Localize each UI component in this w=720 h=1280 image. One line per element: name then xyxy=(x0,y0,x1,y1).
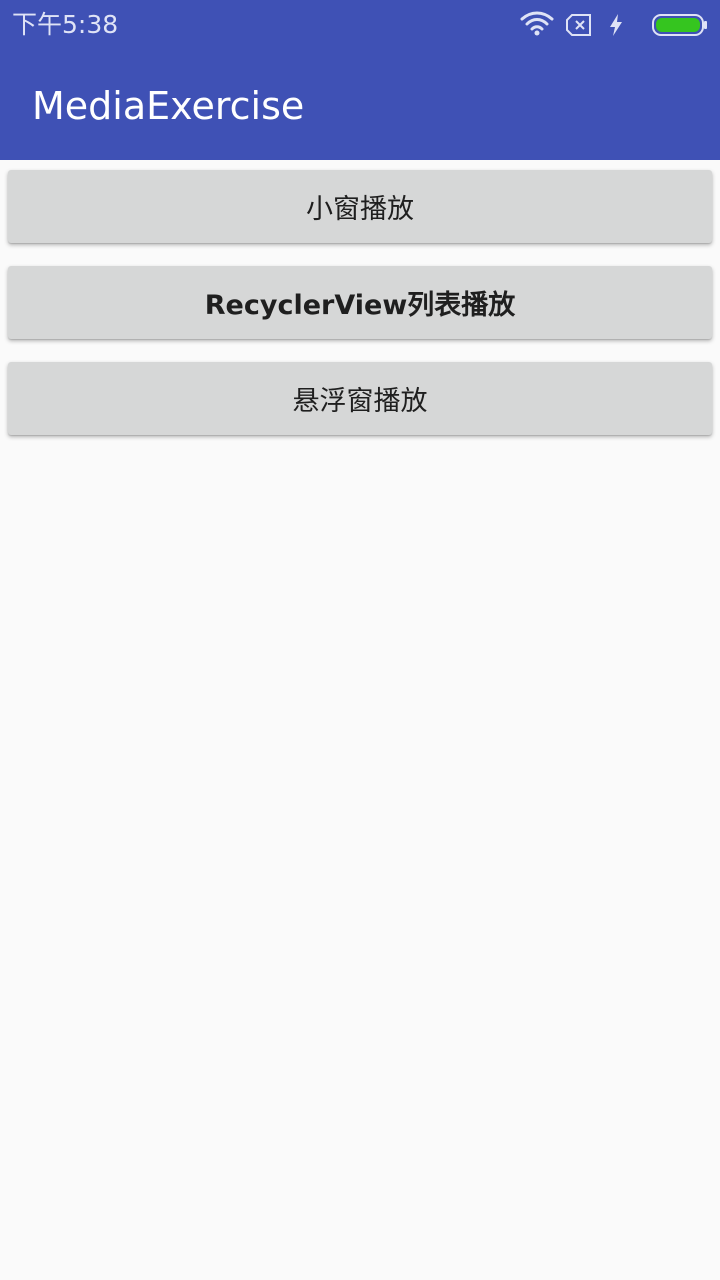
floating-window-play-button[interactable]: 悬浮窗播放 xyxy=(8,362,712,435)
charging-bolt-icon xyxy=(610,14,622,36)
small-window-play-button[interactable]: 小窗播放 xyxy=(8,170,712,243)
recyclerview-list-play-button[interactable]: RecyclerView列表播放 xyxy=(8,266,712,339)
app-title: MediaExercise xyxy=(32,84,305,128)
status-bar: 下午5:38 xyxy=(0,0,720,50)
no-sim-icon xyxy=(566,14,591,36)
app-bar: MediaExercise xyxy=(0,50,720,160)
battery-icon xyxy=(652,14,707,36)
status-time: 下午5:38 xyxy=(12,10,119,39)
wifi-icon xyxy=(520,11,554,36)
